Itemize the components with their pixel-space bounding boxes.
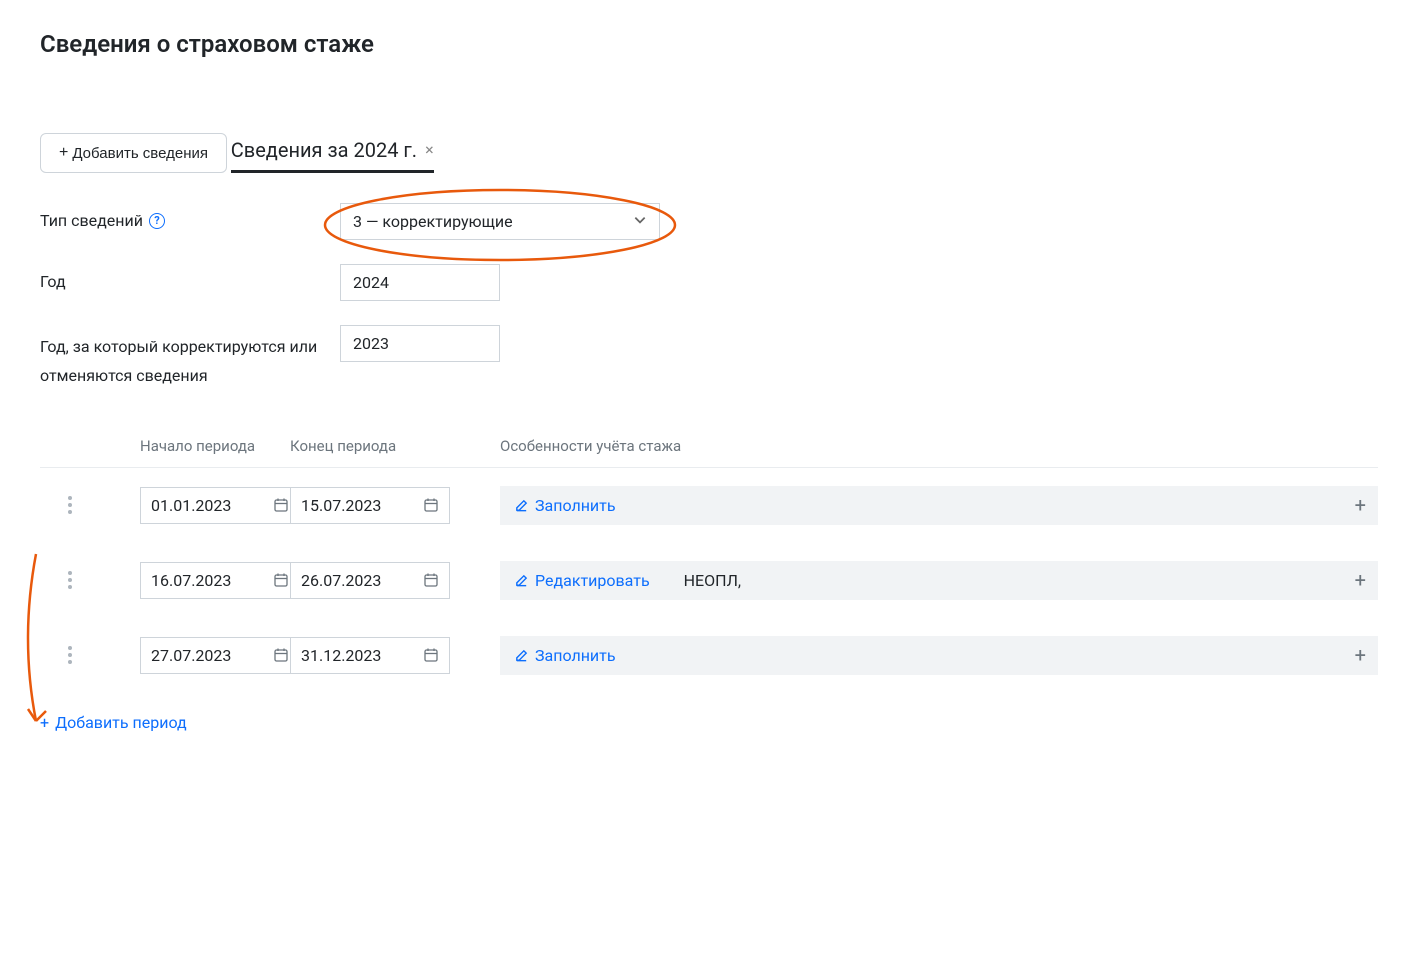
col-feat-header: Особенности учёта стажа: [480, 437, 1378, 455]
pencil-icon: [514, 573, 529, 588]
pencil-icon: [514, 648, 529, 663]
add-feature-icon[interactable]: +: [1355, 495, 1366, 515]
chevron-down-icon: [633, 212, 647, 231]
feature-tag: НЕОПЛ,: [684, 571, 741, 590]
period-row: 01.01.202315.07.2023 Заполнить +: [40, 468, 1378, 543]
period-features: Заполнить +: [500, 636, 1378, 675]
add-info-label: Добавить сведения: [72, 145, 208, 162]
row-menu-icon[interactable]: [40, 496, 100, 514]
period-row: 16.07.202326.07.2023 Редактировать НЕОПЛ, +: [40, 543, 1378, 618]
calendar-icon[interactable]: [423, 572, 439, 588]
corr-year-input[interactable]: 2023: [340, 325, 500, 362]
period-end-input[interactable]: 26.07.2023: [290, 562, 450, 599]
corr-year-label: Год, за который корректируются или отмен…: [40, 325, 340, 391]
col-end-header: Конец периода: [290, 437, 480, 455]
plus-icon: +: [40, 713, 49, 732]
year-input[interactable]: 2024: [340, 264, 500, 301]
period-start-input[interactable]: 27.07.2023: [140, 637, 300, 674]
calendar-icon[interactable]: [423, 647, 439, 663]
help-icon[interactable]: ?: [149, 213, 165, 229]
year-tab[interactable]: Сведения за 2024 г. ×: [231, 138, 434, 173]
calendar-icon[interactable]: [273, 497, 289, 513]
fill-features-button[interactable]: Заполнить: [514, 496, 616, 515]
calendar-icon[interactable]: [273, 572, 289, 588]
col-start-header: Начало периода: [100, 437, 290, 455]
type-label: Тип сведений ?: [40, 203, 340, 230]
year-tab-label: Сведения за 2024 г.: [231, 138, 417, 162]
add-period-label: Добавить период: [55, 713, 187, 732]
add-info-button[interactable]: + Добавить сведения: [40, 133, 227, 173]
close-icon[interactable]: ×: [425, 142, 434, 158]
row-menu-icon[interactable]: [40, 646, 100, 664]
calendar-icon[interactable]: [423, 497, 439, 513]
period-features: Редактировать НЕОПЛ, +: [500, 561, 1378, 600]
add-period-button[interactable]: + Добавить период: [40, 713, 187, 732]
period-row: 27.07.202331.12.2023 Заполнить +: [40, 618, 1378, 693]
plus-icon: +: [59, 144, 68, 162]
pencil-icon: [514, 498, 529, 513]
page-title: Сведения о страховом стаже: [40, 30, 1378, 58]
type-select[interactable]: 3 — корректирующие: [340, 203, 660, 240]
year-label: Год: [40, 264, 340, 291]
add-feature-icon[interactable]: +: [1355, 645, 1366, 665]
period-end-input[interactable]: 31.12.2023: [290, 637, 450, 674]
period-start-input[interactable]: 16.07.2023: [140, 562, 300, 599]
row-menu-icon[interactable]: [40, 571, 100, 589]
periods-header-row: Начало периода Конец периода Особенности…: [40, 431, 1378, 468]
period-start-input[interactable]: 01.01.2023: [140, 487, 300, 524]
period-features: Заполнить +: [500, 486, 1378, 525]
fill-features-button[interactable]: Заполнить: [514, 646, 616, 665]
type-select-value: 3 — корректирующие: [353, 212, 513, 231]
period-end-input[interactable]: 15.07.2023: [290, 487, 450, 524]
edit-features-button[interactable]: Редактировать: [514, 571, 650, 590]
add-feature-icon[interactable]: +: [1355, 570, 1366, 590]
calendar-icon[interactable]: [273, 647, 289, 663]
